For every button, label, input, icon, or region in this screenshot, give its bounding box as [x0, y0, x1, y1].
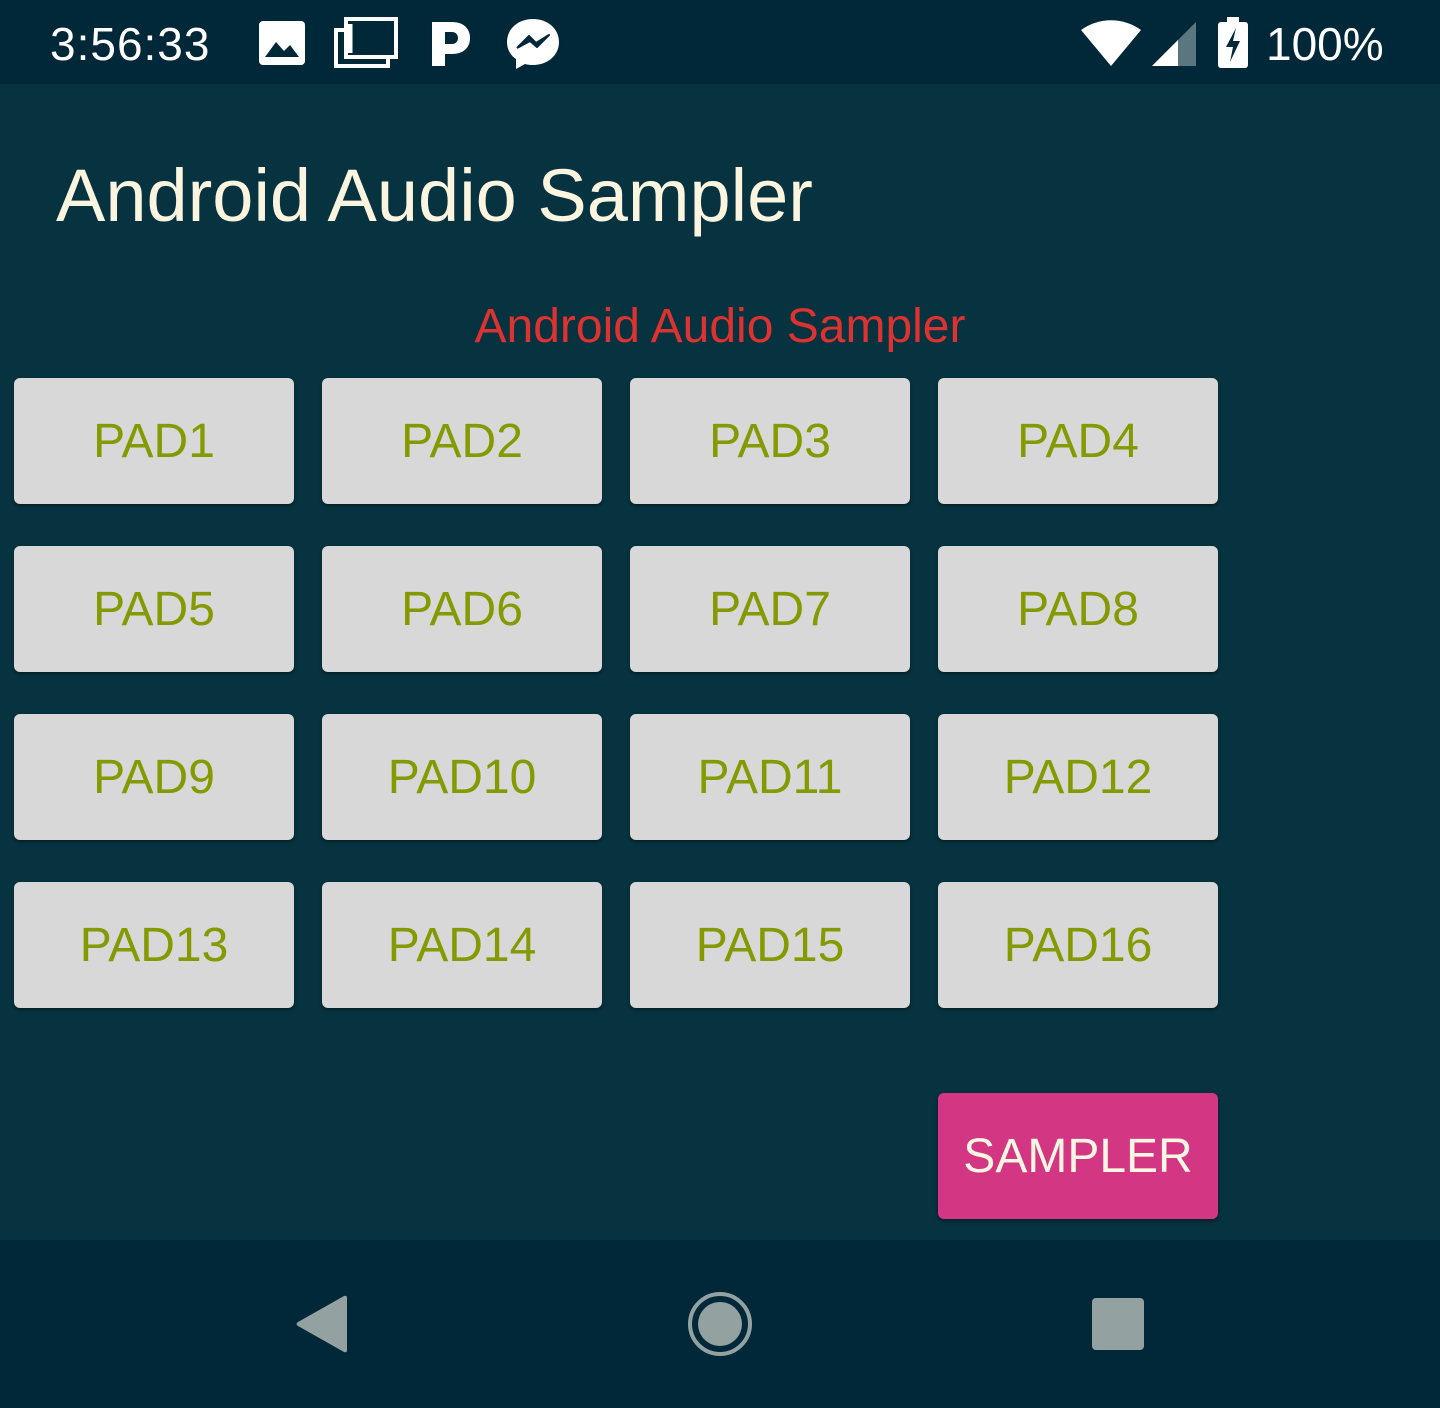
cell-signal-icon — [1152, 22, 1196, 66]
pad-3-button[interactable]: PAD3 — [630, 378, 910, 504]
pandora-icon — [432, 22, 470, 66]
sampler-button[interactable]: SAMPLER — [938, 1093, 1218, 1219]
gmail-icon — [334, 17, 398, 68]
messenger-icon — [507, 19, 559, 69]
pad-4-button[interactable]: PAD4 — [938, 378, 1218, 504]
status-bar: 3:56:33 100% — [0, 0, 1440, 84]
pad-2-button[interactable]: PAD2 — [322, 378, 602, 504]
battery-percentage: 100% — [1266, 18, 1384, 70]
pad-12-button[interactable]: PAD12 — [938, 714, 1218, 840]
home-icon[interactable] — [686, 1290, 754, 1358]
image-icon — [259, 21, 305, 65]
back-icon[interactable] — [292, 1292, 352, 1356]
wifi-icon — [1081, 20, 1141, 66]
pad-15-button[interactable]: PAD15 — [630, 882, 910, 1008]
pad-13-button[interactable]: PAD13 — [14, 882, 294, 1008]
app-title: Android Audio Sampler — [56, 154, 813, 237]
pad-1-button[interactable]: PAD1 — [14, 378, 294, 504]
pad-8-button[interactable]: PAD8 — [938, 546, 1218, 672]
sampler-heading: Android Audio Sampler — [474, 300, 966, 353]
pad-10-button[interactable]: PAD10 — [322, 714, 602, 840]
pad-grid: PAD1 PAD2 PAD3 PAD4 PAD5 PAD6 PAD7 PAD8 … — [14, 378, 1218, 1008]
pad-7-button[interactable]: PAD7 — [630, 546, 910, 672]
pad-16-button[interactable]: PAD16 — [938, 882, 1218, 1008]
status-time: 3:56:33 — [50, 18, 211, 70]
recents-icon[interactable] — [1090, 1296, 1146, 1352]
pad-11-button[interactable]: PAD11 — [630, 714, 910, 840]
pad-14-button[interactable]: PAD14 — [322, 882, 602, 1008]
pad-6-button[interactable]: PAD6 — [322, 546, 602, 672]
pad-5-button[interactable]: PAD5 — [14, 546, 294, 672]
navigation-bar — [0, 1240, 1440, 1408]
pad-9-button[interactable]: PAD9 — [14, 714, 294, 840]
battery-charging-icon — [1218, 17, 1248, 68]
